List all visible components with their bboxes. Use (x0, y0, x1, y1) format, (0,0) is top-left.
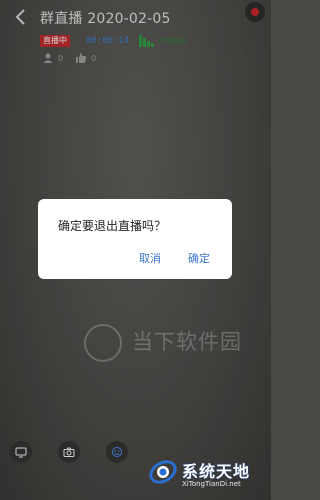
cancel-button[interactable]: 取消 (139, 250, 161, 266)
dialog-message: 确定要退出直播吗？ (58, 219, 167, 233)
camera-icon[interactable] (58, 441, 80, 463)
live-stream-screen: 群直播 2020-02-05 直播中 00:00:14 信号良好 0 0 当下软… (0, 0, 271, 500)
confirm-button[interactable]: 确定 (188, 250, 210, 266)
exit-confirm-dialog: 确定要退出直播吗？ 取消 确定 (38, 199, 232, 279)
watermark-title: 系统天地 (182, 462, 251, 481)
watermark-logo-icon (149, 460, 177, 484)
watermark-url: XiTongTianDi.net (182, 480, 241, 488)
beauty-icon[interactable] (106, 441, 128, 463)
screen-share-icon[interactable] (10, 441, 32, 463)
